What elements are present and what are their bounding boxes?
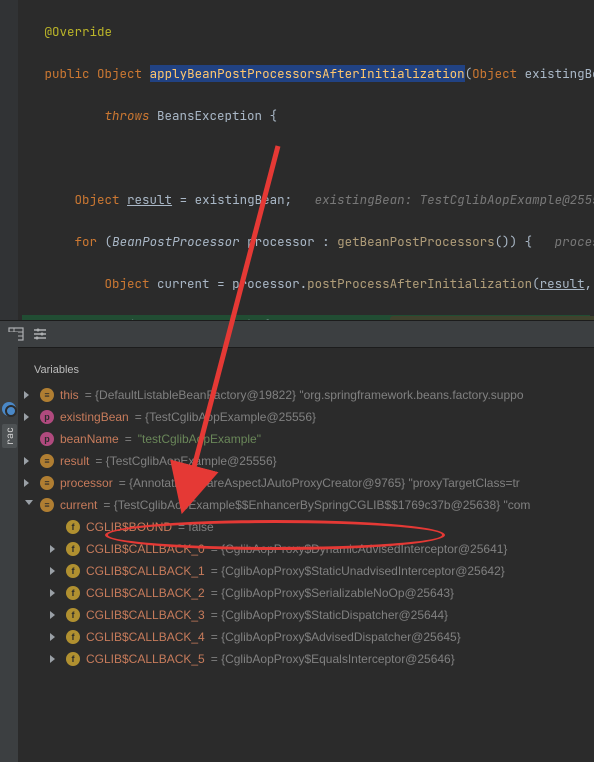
inline-hint: existingBean: TestCglibAopExample@25556 [315,191,594,208]
var-row[interactable]: f CGLIB$CALLBACK_5 = {CglibAopProxy$Equal… [0,648,594,670]
var-name: CGLIB$CALLBACK_5 [86,652,205,666]
settings-icon[interactable] [32,326,48,342]
var-row[interactable]: f CGLIB$CALLBACK_4 = {CglibAopProxy$Advis… [0,626,594,648]
chevron-right-icon[interactable] [24,478,34,488]
var-name: CGLIB$CALLBACK_0 [86,542,205,556]
var-row[interactable]: f CGLIB$CALLBACK_0 = {CglibAopProxy$Dynam… [0,538,594,560]
var-name: existingBean [60,410,129,424]
chevron-right-icon[interactable] [24,412,34,422]
obj-badge-icon: ≡ [40,454,54,468]
variables-label: Variables [0,348,594,384]
field-badge-icon: f [66,652,80,666]
chevron-right-icon[interactable] [50,610,60,620]
left-sidebar: rac [0,332,18,762]
var-name: CGLIB$BOUND [86,520,172,534]
var-value: = {AnnotationAwareAspectJAutoProxyCreato… [119,476,520,490]
editor-gutter [0,0,18,320]
var-name: result [60,454,89,468]
var-name: CGLIB$CALLBACK_2 [86,586,205,600]
hint-overlay: .t [390,316,594,320]
code-editor[interactable]: @Override public Object applyBeanPostPro… [0,0,594,320]
var-value: = {TestCglibAopExample@25556} [95,454,276,468]
spacer [50,522,60,532]
var-name: beanName [60,432,119,446]
var-string-value: "testCglibAopExample" [138,432,261,446]
obj-badge-icon: ≡ [40,476,54,490]
var-name: CGLIB$CALLBACK_1 [86,564,205,578]
field-badge-icon: f [66,608,80,622]
var-value: = {CglibAopProxy$EqualsInterceptor@25646… [211,652,455,666]
variables-panel: Variables ≡ this = {DefaultListableBeanFa… [0,348,594,690]
obj-badge-icon: ≡ [40,498,54,512]
field-badge-icon: f [66,630,80,644]
chevron-right-icon[interactable] [24,390,34,400]
chevron-down-icon[interactable] [24,500,34,510]
var-row[interactable]: ≡ this = {DefaultListableBeanFactory@1982… [0,384,594,406]
var-row[interactable]: f CGLIB$CALLBACK_3 = {CglibAopProxy$Stati… [0,604,594,626]
var-value: = {CglibAopProxy$SerializableNoOp@25643} [211,586,454,600]
chevron-right-icon[interactable] [50,632,60,642]
param-badge-icon: p [40,432,54,446]
var-value: = {CglibAopProxy$DynamicAdvisedIntercept… [211,542,508,556]
var-value: = {DefaultListableBeanFactory@19822} "or… [85,388,524,402]
var-row[interactable]: ≡ processor = {AnnotationAwareAspectJAuto… [0,472,594,494]
debug-toolbar [0,320,594,348]
chevron-right-icon[interactable] [50,566,60,576]
var-value: = {CglibAopProxy$AdvisedDispatcher@25645… [211,630,461,644]
var-row[interactable]: ≡ result = {TestCglibAopExample@25556} [0,450,594,472]
var-value: = [125,432,132,446]
field-badge-icon: f [66,564,80,578]
var-row[interactable]: f CGLIB$CALLBACK_2 = {CglibAopProxy$Seria… [0,582,594,604]
param-badge-icon: p [40,410,54,424]
var-value: = {CglibAopProxy$StaticUnadvisedIntercep… [211,564,505,578]
side-tab[interactable]: rac [2,424,17,448]
var-name: CGLIB$CALLBACK_3 [86,608,205,622]
chevron-right-icon[interactable] [24,456,34,466]
method-name: applyBeanPostProcessorsAfterInitializati… [150,65,465,82]
var-row[interactable]: f CGLIB$BOUND = false [0,516,594,538]
var-value: = {TestCglibAopExample$$EnhancerBySpring… [103,498,530,512]
var-name: processor [60,476,113,490]
spacer [24,434,34,444]
var-value: = {CglibAopProxy$StaticDispatcher@25644} [211,608,448,622]
chevron-right-icon[interactable] [50,588,60,598]
var-row[interactable]: p beanName = "testCglibAopExample" [0,428,594,450]
chevron-right-icon[interactable] [50,654,60,664]
field-badge-icon: f [66,542,80,556]
var-value: = {TestCglibAopExample@25556} [135,410,316,424]
obj-badge-icon: ≡ [40,388,54,402]
annotation: @Override [45,23,113,40]
field-badge-icon: f [66,520,80,534]
filter-icon[interactable] [2,402,16,416]
var-name: current [60,498,97,512]
code-body: @Override public Object applyBeanPostPro… [18,0,594,320]
field-badge-icon: f [66,586,80,600]
var-row[interactable]: p existingBean = {TestCglibAopExample@255… [0,406,594,428]
var-row[interactable]: ≡ current = {TestCglibAopExample$$Enhance… [0,494,594,516]
var-value: = false [178,520,214,534]
var-row[interactable]: f CGLIB$CALLBACK_1 = {CglibAopProxy$Stati… [0,560,594,582]
chevron-right-icon[interactable] [50,544,60,554]
var-name: CGLIB$CALLBACK_4 [86,630,205,644]
var-name: this [60,388,79,402]
